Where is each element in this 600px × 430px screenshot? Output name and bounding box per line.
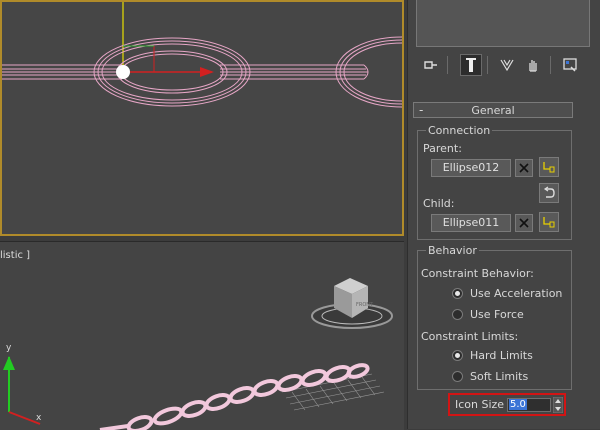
close-icon	[519, 218, 529, 228]
select-child-button[interactable]	[539, 212, 559, 232]
hard-limits-radio[interactable]: Hard Limits	[452, 348, 533, 362]
hard-limits-label: Hard Limits	[470, 348, 533, 362]
top-viewport[interactable]	[0, 0, 404, 236]
radio-unselected-icon[interactable]	[452, 370, 463, 382]
behavior-group: Behavior Constraint Behavior: Use Accele…	[417, 244, 572, 390]
hierarchy-tab-icon[interactable]	[496, 54, 518, 76]
parent-pick-button[interactable]: Ellipse012	[431, 159, 511, 177]
clear-parent-button[interactable]	[515, 159, 533, 177]
icon-size-highlight: Icon Size 5.0	[448, 393, 566, 416]
connection-group: Connection Parent: Ellipse012 Child: Ell…	[417, 124, 572, 240]
chain-link-left	[2, 64, 122, 80]
create-tab-icon[interactable]	[420, 54, 442, 76]
pivot-point	[116, 65, 130, 79]
icon-size-spinner-field[interactable]: 5.0	[507, 398, 551, 412]
radio-selected-icon[interactable]	[452, 287, 463, 299]
motion-tab-icon[interactable]	[522, 54, 544, 76]
close-icon	[519, 163, 529, 173]
icon-size-value[interactable]: 5.0	[509, 399, 527, 410]
swap-parent-child-button[interactable]	[539, 183, 559, 203]
rollout-header[interactable]: - General	[413, 102, 573, 118]
use-acceleration-label: Use Acceleration	[470, 286, 563, 300]
svg-text:FRONT: FRONT	[356, 302, 374, 308]
connection-group-title: Connection	[426, 124, 493, 137]
svg-text:y: y	[6, 343, 12, 353]
general-rollout: - General Connection Parent: Ellipse012 …	[410, 100, 576, 425]
icon-size-label: Icon Size	[455, 398, 505, 411]
soft-limits-radio[interactable]: Soft Limits	[452, 369, 528, 383]
use-force-label: Use Force	[470, 307, 524, 321]
radio-unselected-icon[interactable]	[452, 308, 463, 320]
modify-tab-icon[interactable]	[460, 54, 482, 76]
utilities-tab-icon[interactable]	[559, 54, 581, 76]
spinner-arrows-icon[interactable]	[553, 397, 563, 413]
perspective-viewport[interactable]: listic ] FRONT y x	[0, 241, 404, 430]
parent-label: Parent:	[423, 142, 462, 155]
top-viewport-scene	[2, 2, 402, 108]
soft-limits-label: Soft Limits	[470, 369, 529, 383]
constraint-behavior-label: Constraint Behavior:	[421, 267, 534, 280]
use-force-radio[interactable]: Use Force	[452, 307, 524, 321]
svg-text:x: x	[36, 413, 42, 423]
radio-selected-icon[interactable]	[452, 349, 463, 361]
select-parent-button[interactable]	[539, 157, 559, 177]
perspective-scene: FRONT y x	[3, 278, 393, 430]
rollout-title: General	[471, 104, 515, 117]
swap-arrow-icon	[543, 186, 555, 198]
constraint-limits-label: Constraint Limits:	[421, 330, 519, 343]
clear-child-button[interactable]	[515, 214, 533, 232]
select-parent-icon	[543, 162, 555, 173]
x-axis-arrow	[200, 67, 214, 77]
child-pick-button[interactable]: Ellipse011	[431, 214, 511, 232]
object-color-swatch[interactable]	[416, 0, 590, 47]
behavior-group-title: Behavior	[426, 244, 479, 257]
viewcube: FRONT	[311, 278, 393, 329]
select-child-icon	[543, 217, 555, 228]
axis-tripod: y x	[3, 343, 42, 425]
child-label: Child:	[423, 197, 455, 210]
command-panel-tabs	[414, 52, 596, 78]
use-acceleration-radio[interactable]: Use Acceleration	[452, 286, 562, 300]
